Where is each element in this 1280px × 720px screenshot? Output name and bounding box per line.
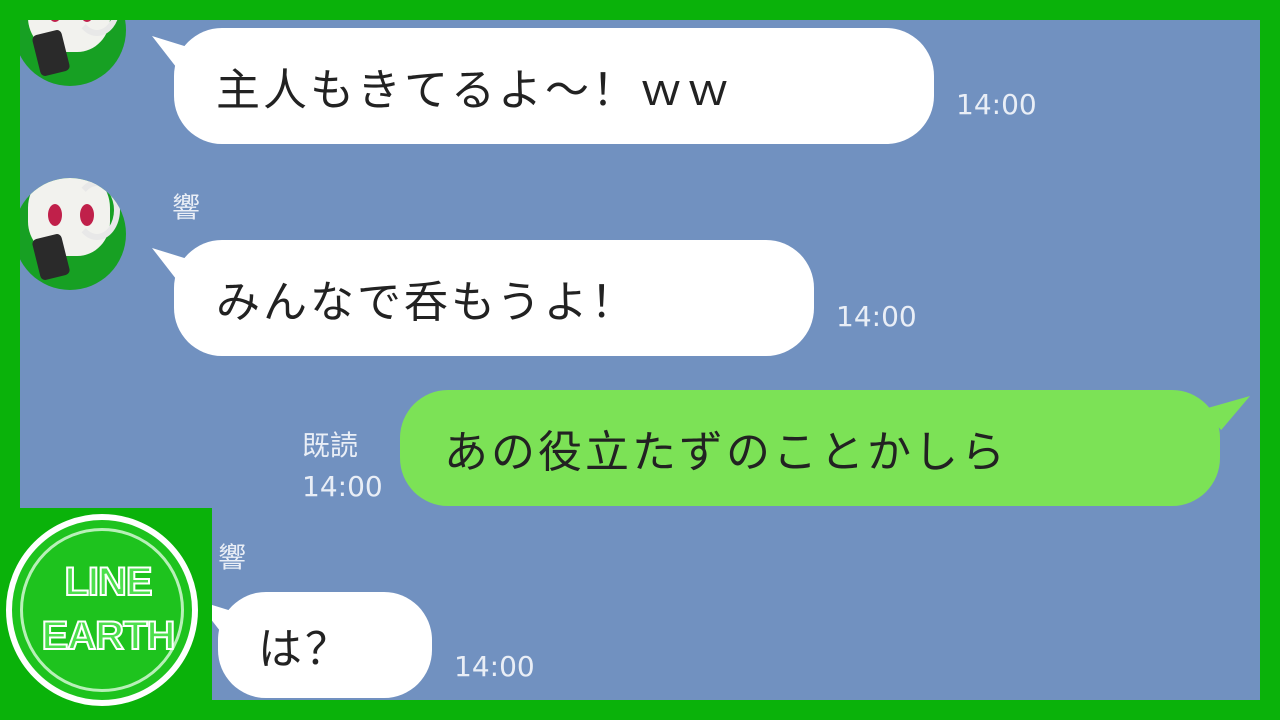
channel-logo: LINE EARTH [0, 508, 212, 720]
sender-name: 響 [218, 541, 247, 574]
logo-line2: EARTH [41, 613, 177, 659]
read-label: 既読 [302, 429, 359, 462]
message-bubble-outgoing[interactable]: あの役立たずのことかしら [400, 390, 1250, 506]
message-time: 14:00 [956, 88, 1037, 121]
message-time: 14:00 [454, 650, 535, 683]
sender-name: 響 [172, 191, 201, 224]
message-time: 14:00 [836, 300, 917, 333]
message-text: は？ [258, 624, 352, 675]
logo-emblem: LINE EARTH [6, 514, 198, 706]
read-receipt: 既読 14:00 [302, 426, 383, 507]
logo-line1: LINE [63, 559, 153, 605]
message-text: あの役立たずのことかしら [444, 427, 1008, 478]
message-text: 主人もきてるよ〜！ｗｗ [216, 65, 733, 116]
contact-avatar[interactable] [20, 20, 126, 86]
message-bubble-incoming[interactable]: は？ [196, 592, 432, 698]
contact-avatar[interactable] [20, 178, 126, 290]
message-time: 14:00 [302, 469, 383, 503]
message-bubble-incoming[interactable]: みんなで呑もうよ！ [152, 240, 814, 356]
message-bubble-incoming[interactable]: 主人もきてるよ〜！ｗｗ [152, 28, 934, 144]
message-text: みんなで呑もうよ！ [216, 277, 638, 328]
